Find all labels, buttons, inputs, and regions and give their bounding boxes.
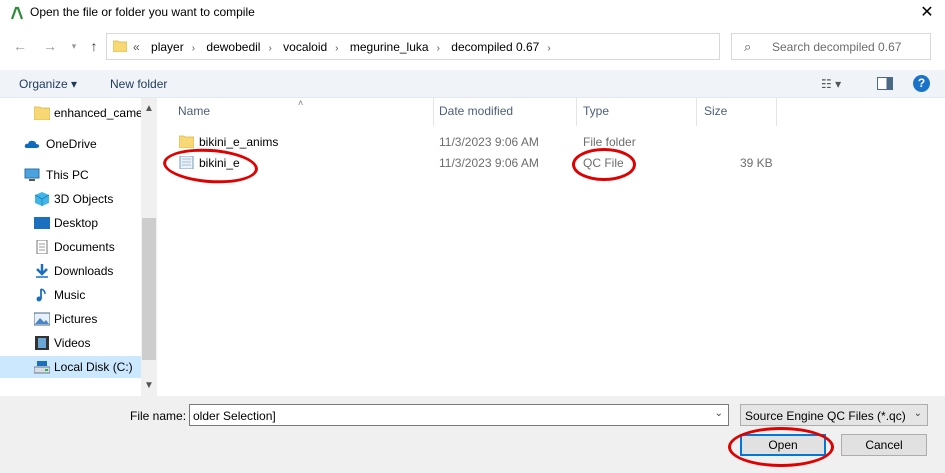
- sidebar-item-this-pc[interactable]: This PC: [0, 164, 142, 186]
- drive-icon: [34, 361, 50, 374]
- column-header-name[interactable]: Name: [178, 104, 210, 118]
- forward-arrow-icon[interactable]: →: [42, 38, 58, 54]
- desktop-icon: [34, 217, 50, 229]
- file-type: File folder: [583, 135, 636, 149]
- pictures-icon: [34, 312, 50, 326]
- sidebar-item-label: This PC: [46, 168, 89, 182]
- navigation-pane: enhanced_came OneDrive This PC 3D Object…: [0, 98, 157, 396]
- sidebar-scrollbar-thumb[interactable]: [142, 218, 156, 360]
- column-header-type[interactable]: Type: [583, 104, 609, 118]
- sidebar-item-label: Music: [54, 288, 86, 302]
- help-icon[interactable]: ?: [913, 75, 930, 92]
- download-icon: [36, 264, 48, 278]
- column-header-size[interactable]: Size: [704, 104, 727, 118]
- file-date: 11/3/2023 9:06 AM: [439, 135, 539, 149]
- up-arrow-icon[interactable]: ↑: [86, 38, 102, 54]
- folder-icon: [179, 135, 194, 148]
- breadcrumb-item[interactable]: player: [151, 40, 184, 54]
- breadcrumb: « player › dewobedil › vocaloid › megurine_…: [133, 40, 559, 54]
- sidebar-item-local-disk[interactable]: Local Disk (C:): [0, 356, 142, 378]
- sidebar-item-label: Videos: [54, 336, 91, 350]
- sidebar-item-label: Local Disk (C:): [54, 360, 133, 374]
- file-name: bikini_e: [199, 156, 240, 170]
- breadcrumb-item[interactable]: vocaloid: [283, 40, 327, 54]
- sidebar-item-videos[interactable]: Videos: [0, 332, 142, 354]
- address-bar[interactable]: « player › dewobedil › vocaloid › megurine_…: [106, 33, 808, 60]
- column-divider[interactable]: [576, 98, 577, 126]
- close-icon[interactable]: ✕: [917, 3, 937, 23]
- sidebar-item-label: Downloads: [54, 264, 114, 278]
- cancel-button[interactable]: Cancel: [841, 434, 927, 456]
- sidebar-item-desktop[interactable]: Desktop: [0, 212, 142, 234]
- sort-ascending-icon: ˄: [298, 98, 304, 108]
- breadcrumb-item[interactable]: megurine_luka: [350, 40, 429, 54]
- filename-value: older Selection]: [193, 409, 276, 423]
- breadcrumb-separator-icon[interactable]: ›: [335, 43, 338, 54]
- app-logo-icon: [10, 6, 24, 20]
- filetype-select[interactable]: Source Engine QC Files (*.qc) ⌄: [740, 404, 928, 426]
- filetype-value: Source Engine QC Files (*.qc): [745, 409, 906, 423]
- computer-icon: [24, 168, 40, 181]
- sidebar-item-label: enhanced_came: [54, 106, 143, 120]
- sidebar-item-downloads[interactable]: Downloads: [0, 260, 142, 282]
- recent-locations-chevron-icon[interactable]: ▾: [66, 38, 82, 54]
- scroll-up-icon[interactable]: ▲: [141, 101, 157, 117]
- breadcrumb-overflow[interactable]: «: [133, 40, 140, 54]
- folder-icon: [34, 106, 50, 120]
- sidebar-item-label: Desktop: [54, 216, 99, 230]
- video-icon: [35, 336, 49, 350]
- file-row[interactable]: bikini_e_anims 11/3/2023 9:06 AM File fo…: [158, 131, 945, 152]
- command-toolbar: Organize ▾ New folder ☷ ▾ ?: [0, 70, 945, 98]
- sidebar-item-music[interactable]: Music: [0, 284, 142, 306]
- search-placeholder: Search decompiled 0.67: [772, 40, 902, 54]
- cloud-icon: [24, 140, 40, 148]
- filename-input[interactable]: older Selection] ⌄: [189, 404, 729, 426]
- breadcrumb-item[interactable]: decompiled 0.67: [451, 40, 539, 54]
- column-divider[interactable]: [433, 98, 434, 126]
- title-bar: Open the file or folder you want to comp…: [0, 0, 945, 26]
- change-view-icon[interactable]: ☷ ▾: [821, 77, 841, 91]
- chevron-down-icon: ⌄: [913, 408, 922, 419]
- file-type: QC File: [583, 156, 624, 170]
- breadcrumb-separator-icon[interactable]: ›: [192, 43, 195, 54]
- music-icon: [36, 288, 46, 302]
- file-date: 11/3/2023 9:06 AM: [439, 156, 539, 170]
- breadcrumb-item[interactable]: dewobedil: [206, 40, 260, 54]
- column-divider[interactable]: [696, 98, 697, 126]
- column-header-date[interactable]: Date modified: [439, 104, 513, 118]
- chevron-down-icon[interactable]: ⌄: [715, 408, 723, 419]
- sidebar-item-label: Documents: [54, 240, 115, 254]
- breadcrumb-separator-icon[interactable]: ›: [547, 43, 550, 54]
- filename-label: File name:: [130, 409, 187, 423]
- sidebar-item-label: OneDrive: [46, 137, 97, 151]
- organize-button[interactable]: Organize ▾: [19, 77, 77, 91]
- sidebar-item-label: Pictures: [54, 312, 98, 326]
- breadcrumb-separator-icon[interactable]: ›: [437, 43, 440, 54]
- qc-file-icon: [179, 156, 194, 169]
- scroll-down-icon[interactable]: ▼: [141, 378, 157, 394]
- search-box[interactable]: ⌕ Search decompiled 0.67: [731, 33, 931, 60]
- back-arrow-icon[interactable]: ←: [12, 38, 28, 54]
- sidebar-item-onedrive[interactable]: OneDrive: [0, 133, 142, 155]
- window-title: Open the file or folder you want to comp…: [30, 5, 255, 19]
- breadcrumb-separator-icon[interactable]: ›: [268, 43, 271, 54]
- sidebar-item-label: 3D Objects: [54, 192, 114, 206]
- file-list: ˄ Name Date modified Type Size bikini_e_…: [158, 98, 945, 396]
- file-name: bikini_e_anims: [199, 135, 279, 149]
- file-size: 39 KB: [740, 156, 773, 170]
- document-icon: [36, 240, 48, 254]
- file-row[interactable]: bikini_e 11/3/2023 9:06 AM QC File 39 KB: [158, 152, 945, 173]
- sidebar-item-enhanced-came[interactable]: enhanced_came: [0, 102, 143, 124]
- search-icon: ⌕: [744, 39, 752, 54]
- folder-icon: [113, 40, 127, 52]
- preview-pane-icon[interactable]: [877, 77, 893, 90]
- column-divider[interactable]: [776, 98, 777, 126]
- sidebar-item-pictures[interactable]: Pictures: [0, 308, 142, 330]
- open-button[interactable]: Open: [740, 434, 826, 456]
- sidebar-item-documents[interactable]: Documents: [0, 236, 142, 258]
- sidebar-item-3d-objects[interactable]: 3D Objects: [0, 188, 142, 210]
- cube-icon: [34, 192, 50, 206]
- new-folder-button[interactable]: New folder: [110, 77, 167, 91]
- dialog-footer: File name: older Selection] ⌄ Source Eng…: [0, 396, 945, 473]
